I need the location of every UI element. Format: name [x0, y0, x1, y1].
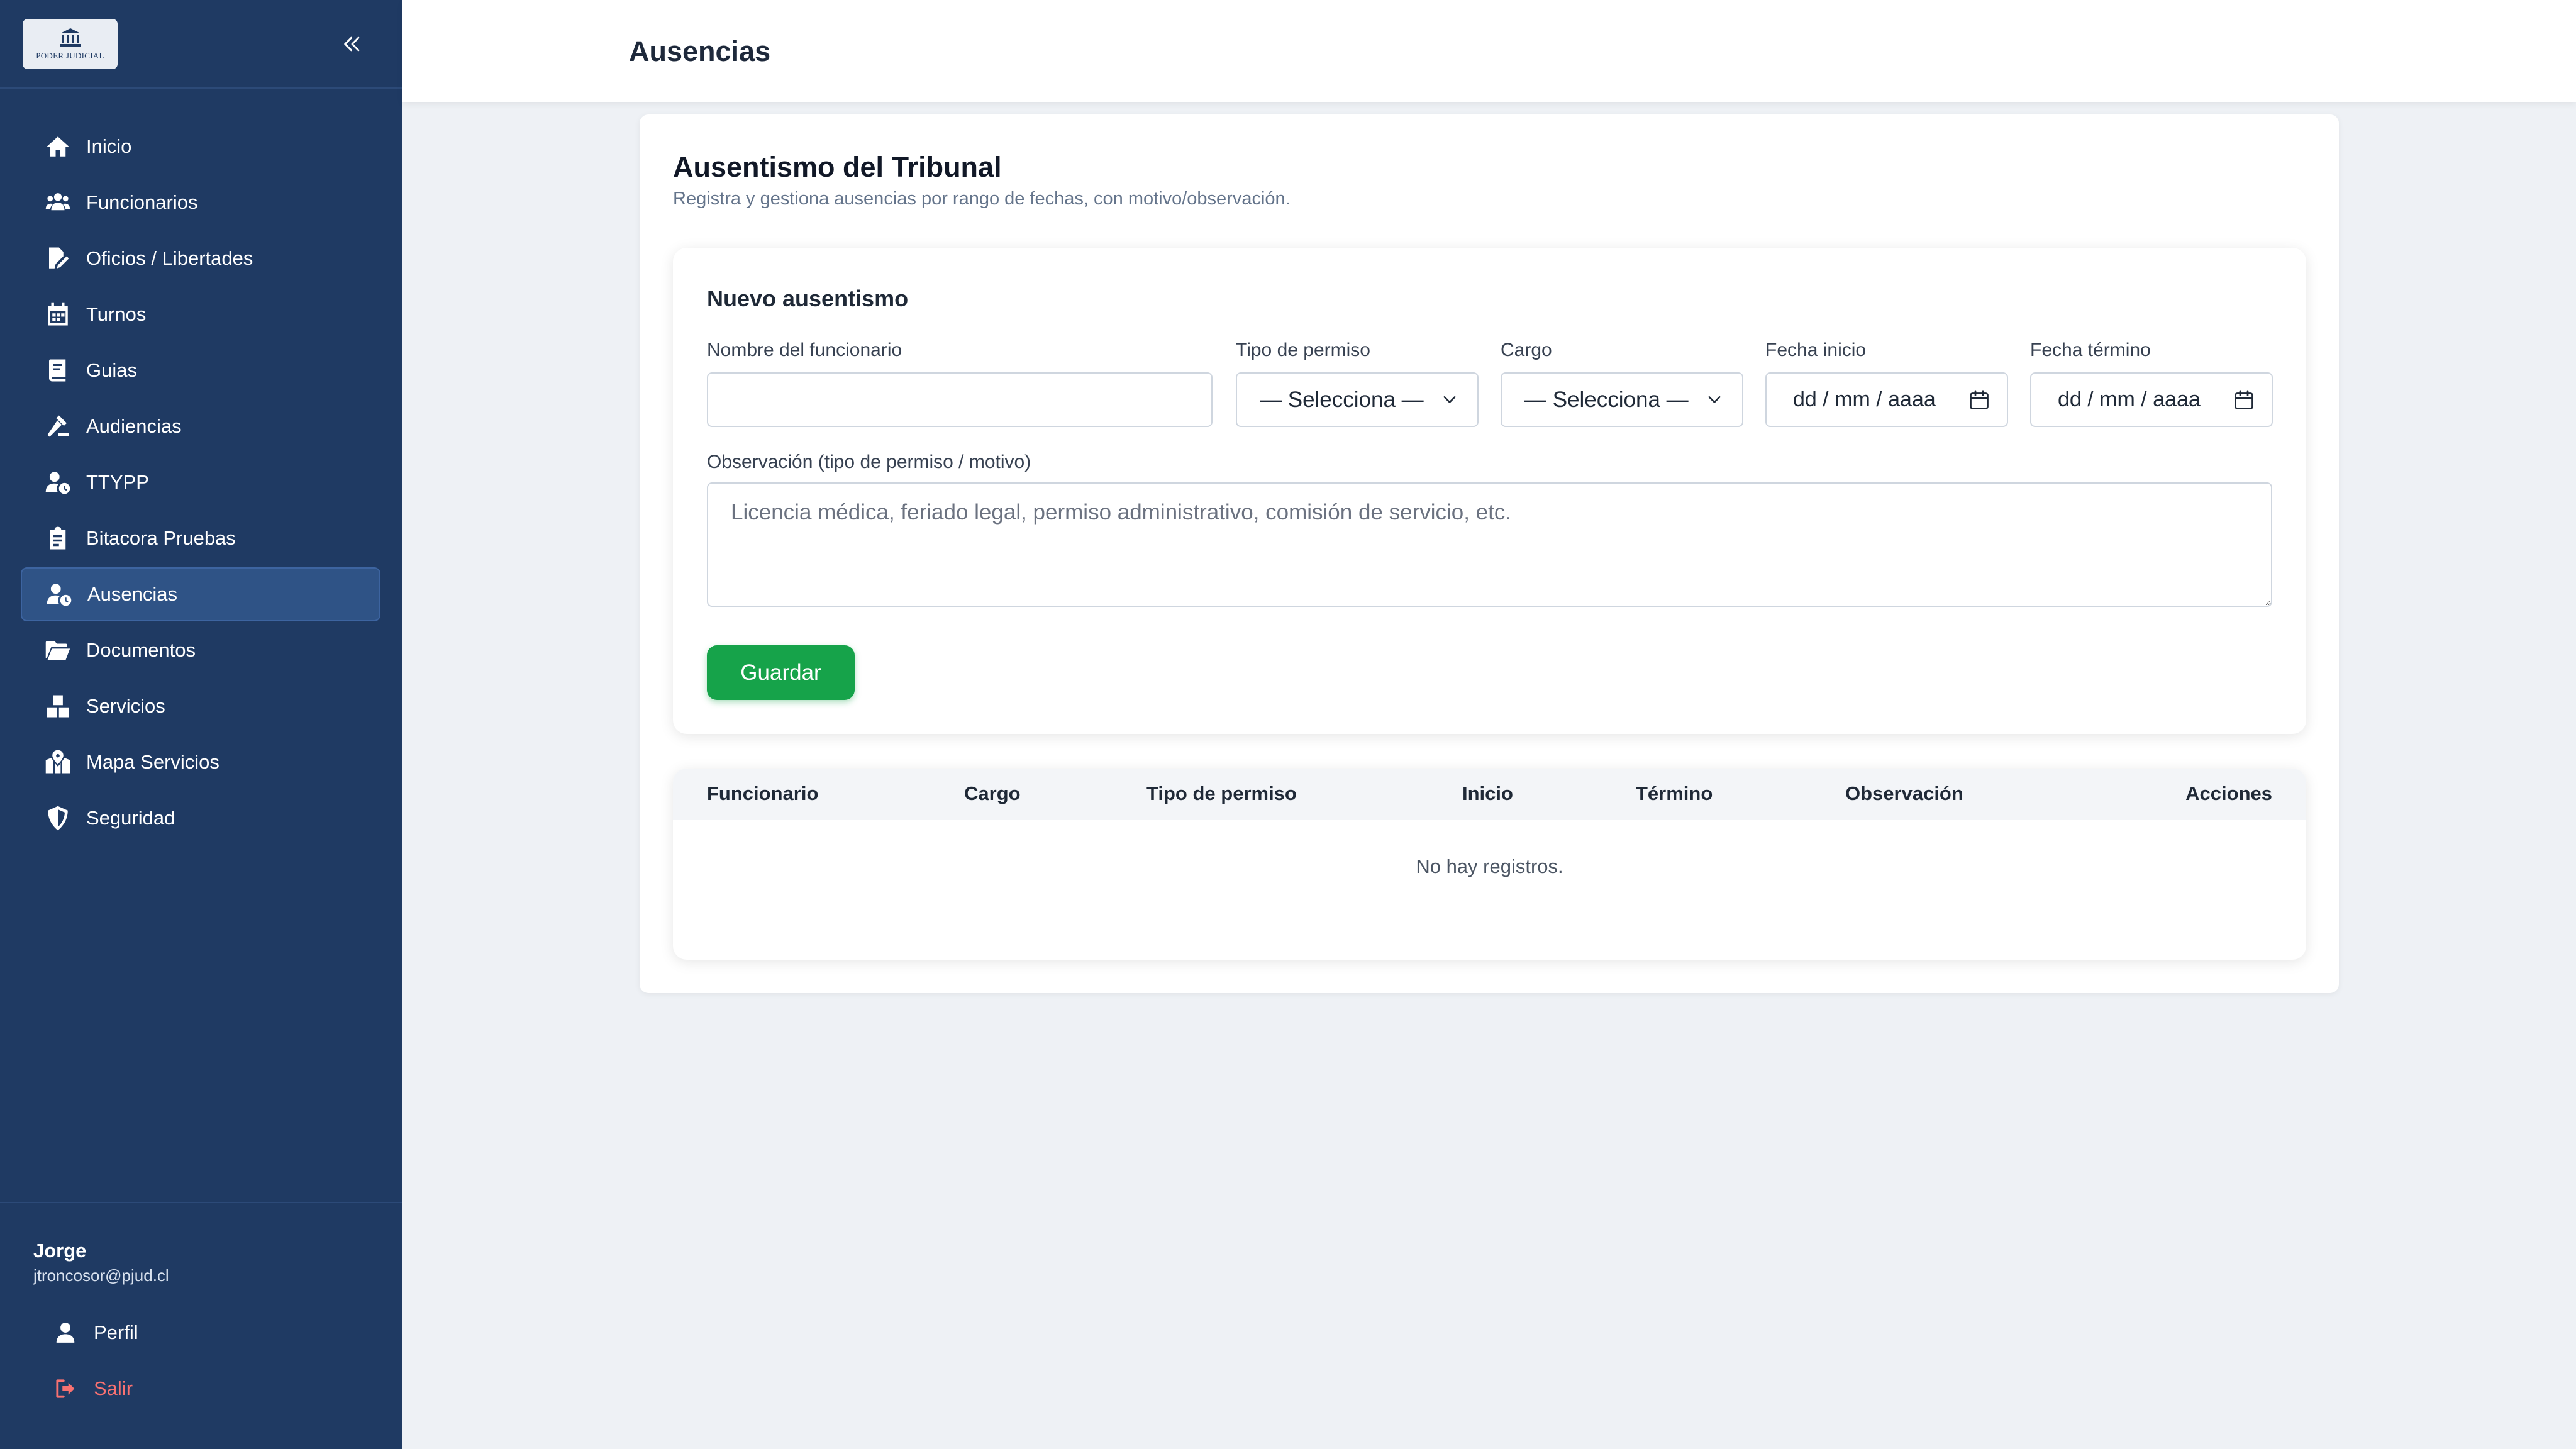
users-icon — [43, 188, 72, 217]
section-subtitle: Registra y gestiona ausencias por rango … — [673, 189, 1291, 209]
column-header-cargo[interactable]: Cargo — [964, 782, 1021, 805]
observation-textarea[interactable] — [707, 482, 2272, 607]
empty-state-message: No hay registros. — [1416, 855, 1563, 877]
chevron-down-icon — [1443, 396, 1456, 403]
sidebar-item-label: Guias — [86, 359, 137, 381]
sidebar-item-funcionarios[interactable]: Funcionarios — [21, 175, 380, 230]
form-title: Nuevo ausentismo — [707, 286, 909, 311]
sidebar-item-guias[interactable]: Guias — [21, 343, 380, 397]
sidebar-item-label: Bitacora Pruebas — [86, 527, 236, 549]
sidebar-item-turnos[interactable]: Turnos — [21, 287, 380, 341]
sidebar-item-documentos[interactable]: Documentos — [21, 623, 380, 677]
gavel-icon — [43, 412, 72, 441]
sidebar-item-oficios-libertades[interactable]: Oficios / Libertades — [21, 231, 380, 286]
map-marked-icon — [43, 748, 72, 777]
shield-icon — [43, 804, 72, 833]
sidebar-item-label: Seguridad — [86, 807, 175, 829]
save-button[interactable]: Guardar — [707, 645, 855, 700]
folder-open-icon — [43, 636, 72, 665]
column-header-termino[interactable]: Término — [1636, 782, 1713, 805]
sidebar-item-label: Funcionarios — [86, 191, 198, 213]
start-date-label: Fecha inicio — [1765, 340, 1867, 360]
column-header-tipo-permiso[interactable]: Tipo de permiso — [1146, 782, 1297, 805]
user-clock-icon — [43, 468, 72, 497]
collapse-sidebar-button[interactable] — [337, 29, 367, 59]
sidebar-item-label: Turnos — [86, 303, 147, 325]
column-header-observacion[interactable]: Observación — [1845, 782, 1963, 805]
sidebar-item-label: TTYPP — [86, 471, 149, 493]
poder-judicial-logo[interactable]: PODER JUDICIAL — [23, 19, 118, 69]
user-clock-icon — [45, 580, 74, 609]
sidebar: PODER JUDICIAL Inicio Funcionarios Ofici… — [0, 0, 402, 1449]
table-header: Funcionario Cargo Tipo de permiso Inicio… — [673, 769, 2306, 820]
sidebar-item-ausencias[interactable]: Ausencias — [21, 567, 380, 621]
calendar-icon[interactable] — [2233, 389, 2255, 411]
sidebar-item-label: Mapa Servicios — [86, 751, 219, 773]
page-title: Ausencias — [629, 35, 771, 67]
sidebar-item-label: Servicios — [86, 695, 165, 717]
main-card: Ausentismo del Tribunal Registra y gesti… — [640, 114, 2339, 993]
column-header-inicio[interactable]: Inicio — [1462, 782, 1513, 805]
clipboard-icon — [43, 524, 72, 553]
file-signature-icon — [43, 244, 72, 273]
sidebar-item-label: Inicio — [86, 135, 132, 157]
home-icon — [43, 132, 72, 161]
name-input[interactable] — [707, 372, 1213, 427]
sidebar-item-ttypp[interactable]: TTYPP — [21, 455, 380, 509]
column-header-funcionario[interactable]: Funcionario — [707, 782, 818, 805]
sidebar-item-label: Oficios / Libertades — [86, 247, 253, 269]
sidebar-footer: Jorge jtroncosor@pjud.cl Perfil Salir — [0, 1202, 402, 1449]
profile-label: Perfil — [94, 1321, 138, 1343]
section-title: Ausentismo del Tribunal — [673, 151, 1002, 183]
user-icon — [56, 1323, 75, 1343]
end-date-label: Fecha término — [2030, 340, 2151, 360]
new-absence-form: Nuevo ausentismo Nombre del funcionario … — [673, 248, 2306, 734]
start-date-value: dd / mm / aaaa — [1793, 387, 1936, 411]
sidebar-item-seguridad[interactable]: Seguridad — [21, 791, 380, 845]
book-icon — [43, 356, 72, 385]
logout-link[interactable]: Salir — [53, 1377, 133, 1401]
top-bar: Ausencias — [402, 0, 2576, 102]
permit-type-select[interactable]: — Selecciona — — [1236, 372, 1479, 427]
sidebar-item-audiencias[interactable]: Audiencias — [21, 399, 380, 453]
logo-text: PODER JUDICIAL — [36, 51, 104, 60]
chevron-down-icon — [1708, 396, 1721, 403]
absences-table: Funcionario Cargo Tipo de permiso Inicio… — [673, 769, 2306, 960]
sidebar-item-label: Ausencias — [87, 583, 178, 605]
double-chevron-left-icon — [344, 36, 360, 52]
sidebar-item-label: Documentos — [86, 639, 196, 661]
permit-type-label: Tipo de permiso — [1236, 340, 1370, 360]
observation-label: Observación (tipo de permiso / motivo) — [707, 452, 1031, 472]
logout-label: Salir — [94, 1377, 133, 1399]
calendar-icon — [43, 300, 72, 329]
name-field-label: Nombre del funcionario — [707, 340, 902, 360]
end-date-value: dd / mm / aaaa — [2058, 387, 2201, 411]
sidebar-item-inicio[interactable]: Inicio — [21, 119, 380, 174]
cargo-label: Cargo — [1501, 340, 1552, 360]
sign-out-icon — [56, 1379, 75, 1398]
user-name: Jorge — [33, 1240, 87, 1262]
profile-link[interactable]: Perfil — [53, 1321, 138, 1345]
user-email: jtroncosor@pjud.cl — [33, 1266, 169, 1285]
cargo-select[interactable]: — Selecciona — — [1501, 372, 1743, 427]
sidebar-item-bitacora-pruebas[interactable]: Bitacora Pruebas — [21, 511, 380, 565]
end-date-input[interactable]: dd / mm / aaaa — [2030, 372, 2273, 427]
start-date-input[interactable]: dd / mm / aaaa — [1765, 372, 2008, 427]
column-header-acciones: Acciones — [2185, 782, 2272, 804]
courthouse-emblem-icon — [59, 28, 81, 47]
sidebar-item-mapa-servicios[interactable]: Mapa Servicios — [21, 735, 380, 789]
cargo-value: — Selecciona — — [1524, 387, 1689, 412]
permit-type-value: — Selecciona — — [1260, 387, 1424, 412]
sidebar-item-label: Audiencias — [86, 415, 182, 437]
boxes-icon — [43, 692, 72, 721]
sidebar-header: PODER JUDICIAL — [0, 0, 402, 89]
calendar-icon[interactable] — [1968, 389, 1990, 411]
sidebar-item-servicios[interactable]: Servicios — [21, 679, 380, 733]
